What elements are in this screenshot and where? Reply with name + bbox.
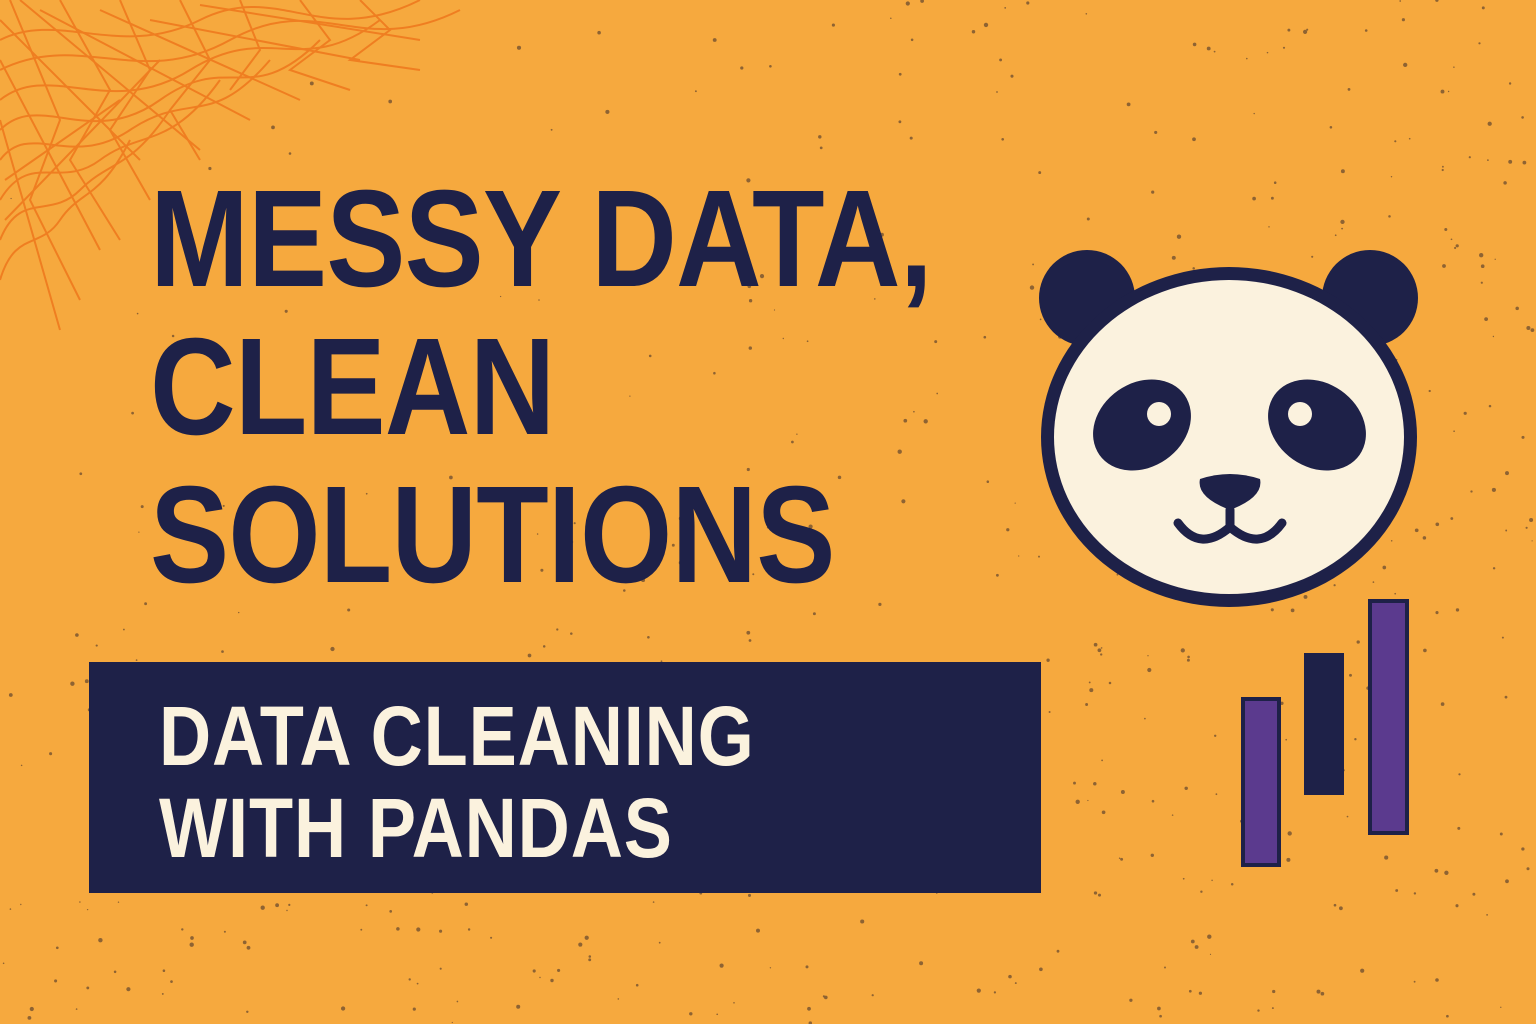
thumbnail-canvas: MESSY DATA, CLEAN SOLUTIONS DATA CLEANIN… [0,0,1536,1024]
bar-chart-icon [1241,599,1409,867]
subtitle-text: DATA CLEANING WITH PANDAS [159,690,755,874]
subtitle-line-1: DATA CLEANING [159,689,755,783]
headline: MESSY DATA, CLEAN SOLUTIONS [150,162,933,612]
panda-face-icon [1039,250,1418,607]
subtitle-banner: DATA CLEANING WITH PANDAS [89,662,1041,893]
subtitle-line-2: WITH PANDAS [159,781,673,875]
headline-line-1: MESSY DATA, [150,162,933,316]
headline-line-3: SOLUTIONS [150,458,835,612]
headline-line-2: CLEAN [150,310,555,464]
